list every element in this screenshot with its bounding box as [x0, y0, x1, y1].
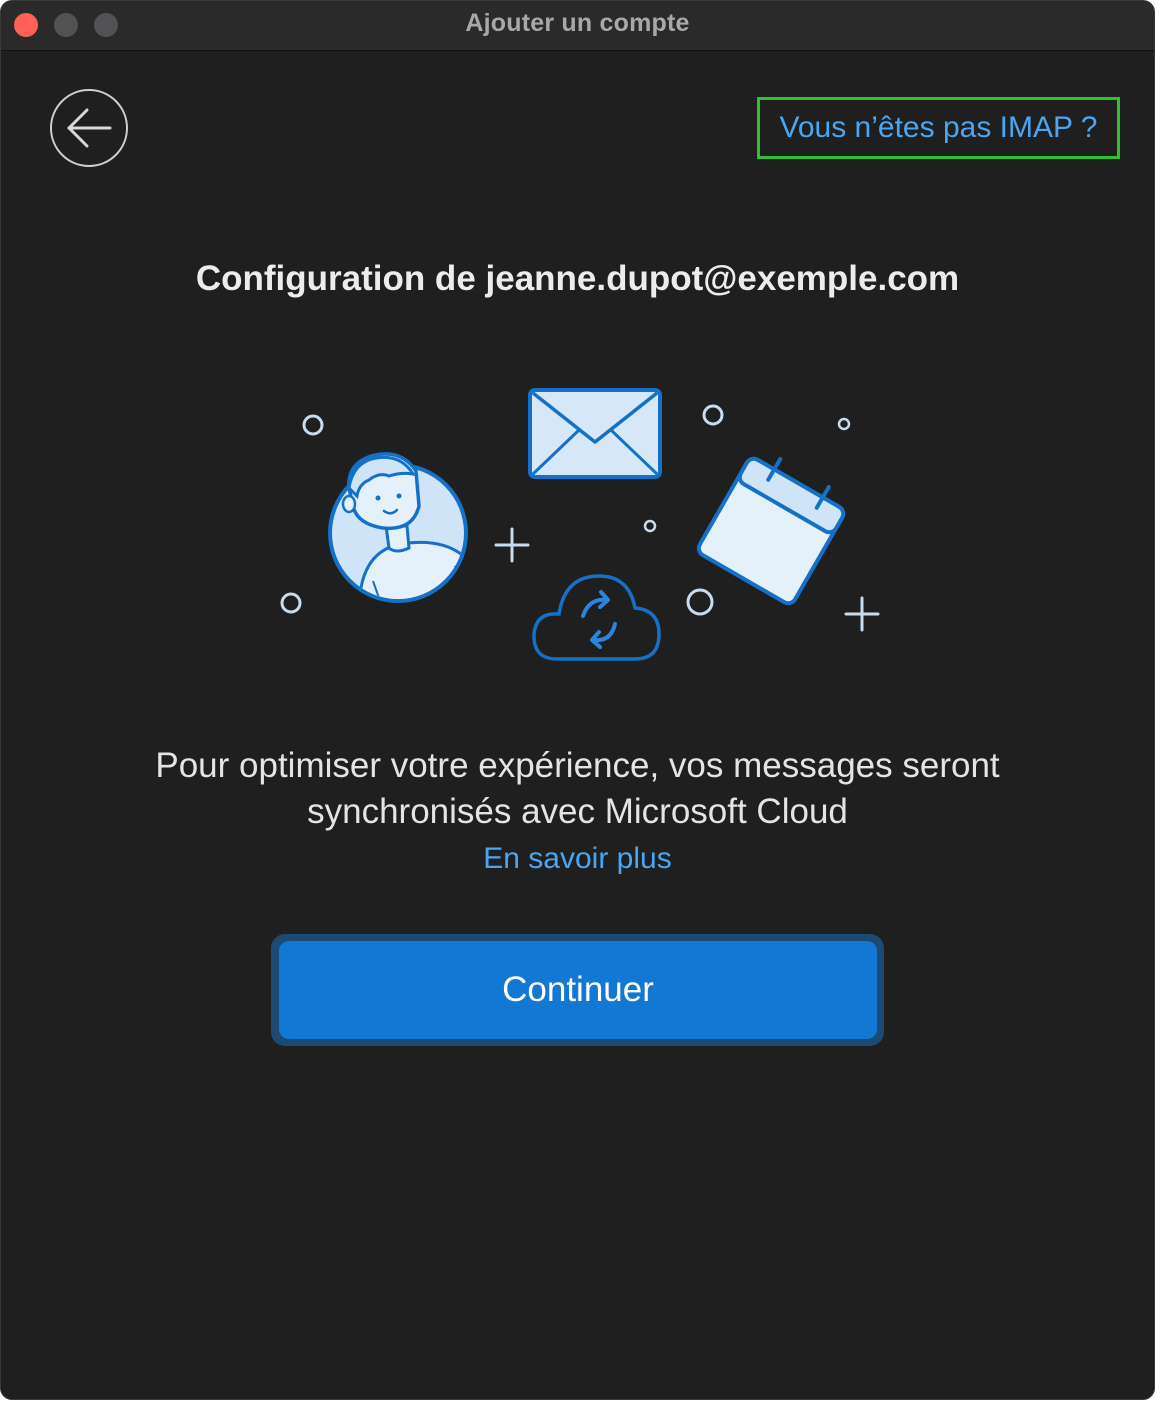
cloud-sync-icon [532, 574, 661, 661]
decor-circle [686, 588, 714, 616]
page-title: Configuration de jeanne.dupot@exemple.co… [195, 259, 960, 298]
decor-circle [643, 519, 657, 533]
add-account-window: Ajouter un compte Vous n’êtes pas IMAP ?… [0, 0, 1155, 1400]
person-avatar-icon [328, 452, 468, 603]
sync-info-text: Pour optimiser votre expérience, vos mes… [155, 746, 1000, 831]
continue-button[interactable]: Continuer [279, 941, 877, 1039]
sync-illustration [280, 388, 880, 661]
decor-circle [702, 404, 724, 426]
plus-icon [844, 596, 880, 632]
learn-more-link[interactable]: En savoir plus [1, 842, 1154, 876]
decor-circle [280, 592, 302, 614]
title-bar: Ajouter un compte [1, 1, 1154, 51]
not-imap-link[interactable]: Vous n’êtes pas IMAP ? [757, 97, 1120, 159]
back-button[interactable] [50, 89, 128, 167]
plus-icon [494, 527, 530, 563]
envelope-icon [528, 388, 662, 479]
window-title: Ajouter un compte [465, 9, 690, 37]
decor-circle [837, 417, 851, 431]
decor-circle [302, 414, 324, 436]
arrow-left-icon [67, 108, 112, 148]
calendar-icon [696, 456, 846, 606]
